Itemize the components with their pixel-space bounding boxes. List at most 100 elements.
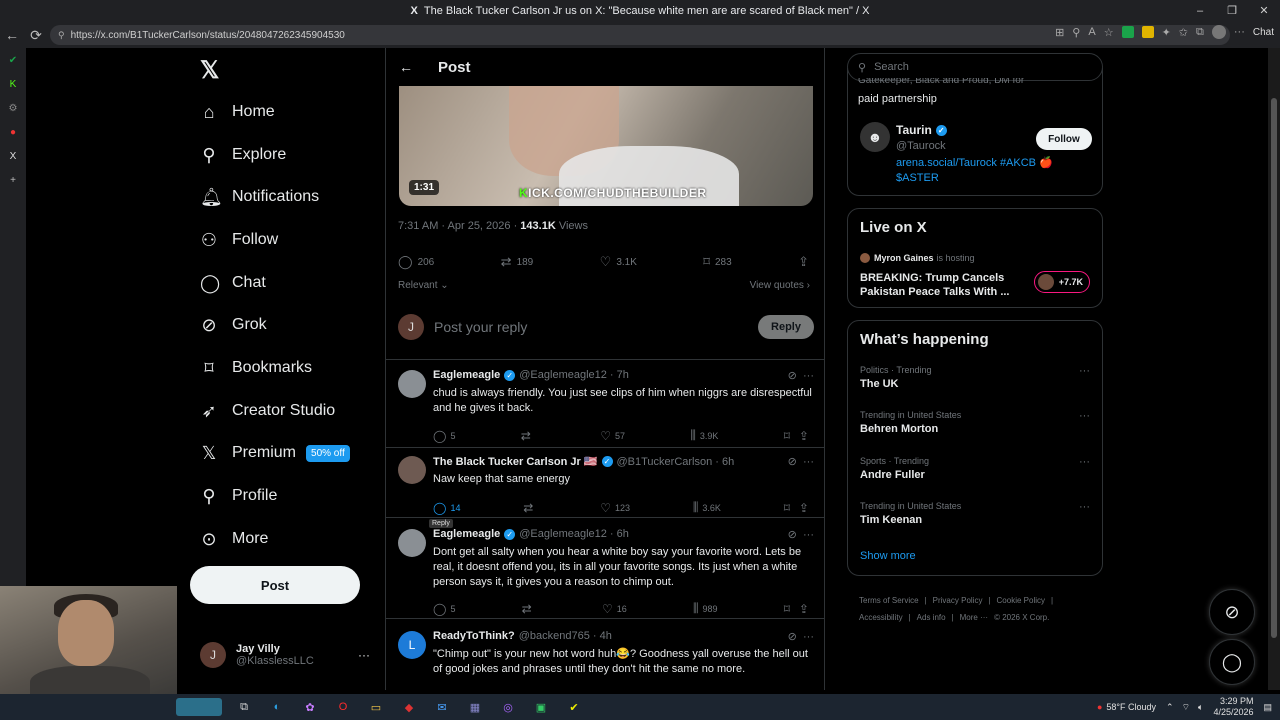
nav-item-bookmarks[interactable]: ⌑ Bookmarks: [200, 350, 312, 386]
live-stream-title[interactable]: BREAKING: Trump Cancels Pakistan Peace T…: [860, 271, 1020, 299]
copilot-icon[interactable]: ✿: [299, 698, 321, 716]
extension-yellow-icon[interactable]: [1141, 26, 1154, 38]
post-button[interactable]: Post: [190, 566, 360, 604]
like-action[interactable]: ♡ 16: [602, 601, 627, 616]
footer-link[interactable]: Ads info: [917, 613, 946, 622]
account-switcher[interactable]: J Jay Villy @KlasslessLLC: [200, 642, 314, 668]
reply-action[interactable]: ◯ 5: [433, 601, 455, 616]
trend-item[interactable]: Sports · Trending Andre Fuller ···: [860, 456, 1092, 481]
reply-button[interactable]: Reply: [758, 315, 814, 339]
share-icon[interactable]: ⇪: [799, 602, 809, 616]
minimize-icon[interactable]: –: [1184, 0, 1216, 22]
trend-item[interactable]: Trending in United States Tim Keenan ···: [860, 501, 1092, 526]
extensions-icon[interactable]: ✦: [1162, 26, 1171, 39]
favorites-icon[interactable]: ✩: [1179, 26, 1188, 39]
back-icon[interactable]: ←: [0, 27, 24, 43]
file-explorer-icon[interactable]: ▭: [365, 698, 387, 716]
favorite-star-icon[interactable]: ☆: [1104, 26, 1114, 39]
like-count-button[interactable]: ♡ 3.1K: [600, 254, 637, 270]
more-icon[interactable]: ···: [1079, 410, 1090, 422]
menu-icon[interactable]: ···: [1234, 26, 1245, 38]
promo-user-name[interactable]: Taurin ✓: [896, 123, 947, 137]
reply-author-name[interactable]: Eaglemeagle: [433, 528, 500, 540]
like-action[interactable]: ♡ 57: [600, 428, 625, 443]
edge-icon[interactable]: ◐: [266, 698, 288, 716]
app-red-icon[interactable]: ◆: [398, 698, 420, 716]
reply-item[interactable]: Eaglemeagle ✓ @Eaglemeagle12 · 6h ⊘ ··· Do…: [386, 521, 824, 619]
trend-item[interactable]: Politics · Trending The UK ···: [860, 365, 1092, 390]
address-bar[interactable]: ⚲ https://x.com/B1TuckerCarlson/status/2…: [50, 25, 1230, 45]
bookmark-icon[interactable]: ⌑: [784, 429, 790, 443]
more-icon[interactable]: ···: [1079, 456, 1090, 468]
promo-user-bio[interactable]: arena.social/Taurock #AKCB 🍎 $ASTER: [896, 156, 1076, 186]
nav-item-chat[interactable]: ◯ Chat: [200, 265, 266, 301]
clock[interactable]: 3:29 PM 4/25/2026: [1213, 696, 1253, 718]
reply-action[interactable]: ◯ 5: [433, 428, 455, 443]
reply-action[interactable]: ◯ 14: [433, 500, 460, 515]
opera-icon[interactable]: O: [332, 698, 354, 716]
more-icon[interactable]: ···: [803, 631, 814, 643]
reply-options[interactable]: ⊘ ···: [788, 455, 814, 468]
reply-item[interactable]: The Black Tucker Carlson Jr 🇺🇸 ✓ @B1Tucker…: [386, 448, 824, 518]
grok-icon[interactable]: ⊘: [788, 370, 797, 382]
tray-chevron-icon[interactable]: ⌃: [1166, 702, 1174, 713]
reply-count-button[interactable]: ◯ 206: [398, 254, 434, 270]
app-icon[interactable]: ⊞: [1055, 26, 1064, 39]
x-logo-icon[interactable]: 𝕏: [200, 56, 219, 85]
reply-item[interactable]: L ReadyToThink? @backend765 · 4h ⊘ ··· "C…: [386, 623, 824, 690]
reply-author-name[interactable]: The Black Tucker Carlson Jr 🇺🇸: [433, 455, 598, 468]
grok-icon[interactable]: ⊘: [788, 529, 797, 541]
restore-icon[interactable]: ❐: [1216, 0, 1248, 22]
more-icon[interactable]: ···: [1079, 501, 1090, 513]
view-quotes-link[interactable]: View quotes ›: [750, 280, 810, 291]
nav-item-creator-studio[interactable]: ➶ Creator Studio: [200, 393, 335, 429]
reply-options[interactable]: ⊘ ···: [788, 528, 814, 541]
reply-options[interactable]: ⊘ ···: [788, 630, 814, 643]
extension-check-icon[interactable]: [1121, 26, 1134, 38]
repost-action[interactable]: ⇄: [522, 601, 536, 616]
like-action[interactable]: ♡ 123: [600, 500, 630, 515]
more-icon[interactable]: ···: [803, 529, 814, 541]
reply-options[interactable]: ⊘ ···: [788, 369, 814, 382]
widgets-icon[interactable]: [176, 698, 222, 716]
network-icon[interactable]: ⌔: [1182, 702, 1190, 713]
app-yellow-icon[interactable]: ✔: [563, 698, 585, 716]
share-icon[interactable]: ⇪: [799, 429, 809, 443]
bookmark-icon[interactable]: ⌑: [784, 602, 790, 616]
nav-item-premium[interactable]: 𝕏 Premium 50% off: [200, 435, 350, 471]
avatar[interactable]: [398, 529, 426, 557]
nav-item-follow[interactable]: ⚇ Follow: [200, 222, 278, 258]
read-aloud-icon[interactable]: A: [1088, 26, 1095, 38]
views-action[interactable]: ⫼ 3.9K: [690, 428, 718, 443]
account-more-icon[interactable]: ···: [358, 648, 370, 662]
footer-link[interactable]: Cookie Policy: [997, 596, 1045, 605]
repost-action[interactable]: ⇄: [521, 428, 535, 443]
grok-icon[interactable]: ⊘: [788, 456, 797, 468]
footer-link[interactable]: Privacy Policy: [933, 596, 983, 605]
grok-fab-button[interactable]: ⊘: [1209, 589, 1255, 635]
footer-link[interactable]: Accessibility: [859, 613, 903, 622]
app-green-icon[interactable]: ▣: [530, 698, 552, 716]
views-action[interactable]: ⫼ 989: [693, 601, 718, 616]
scrollbar-thumb[interactable]: [1271, 98, 1277, 638]
sidebar-settings-icon[interactable]: ⚙: [0, 96, 26, 120]
repost-count-button[interactable]: ⇄ 189: [501, 254, 534, 270]
calculator-icon[interactable]: ▦: [464, 698, 486, 716]
follow-button[interactable]: Follow: [1036, 128, 1092, 150]
more-icon[interactable]: ···: [1079, 365, 1090, 377]
notifications-icon[interactable]: ▤: [1263, 702, 1272, 713]
repost-action[interactable]: ⇄: [523, 500, 537, 515]
weather-alert-icon[interactable]: ●: [1097, 702, 1102, 712]
show-more-link[interactable]: Show more: [860, 550, 916, 562]
copilot-chat-button[interactable]: Chat: [1253, 27, 1274, 38]
avatar[interactable]: ☻: [860, 122, 890, 152]
mail-icon[interactable]: ✉: [431, 698, 453, 716]
share-icon[interactable]: ⇪: [799, 501, 809, 515]
reload-icon[interactable]: ⟳: [24, 27, 48, 44]
chat-fab-button[interactable]: ◯: [1209, 639, 1255, 685]
volume-icon[interactable]: 🔈︎: [1198, 702, 1203, 713]
views-action[interactable]: ⫼ 3.6K: [693, 500, 721, 515]
weather-text[interactable]: 58°F Cloudy: [1106, 702, 1156, 712]
nav-item-profile[interactable]: ⚲ Profile: [200, 478, 277, 514]
sidebar-x-icon[interactable]: X: [0, 144, 26, 168]
